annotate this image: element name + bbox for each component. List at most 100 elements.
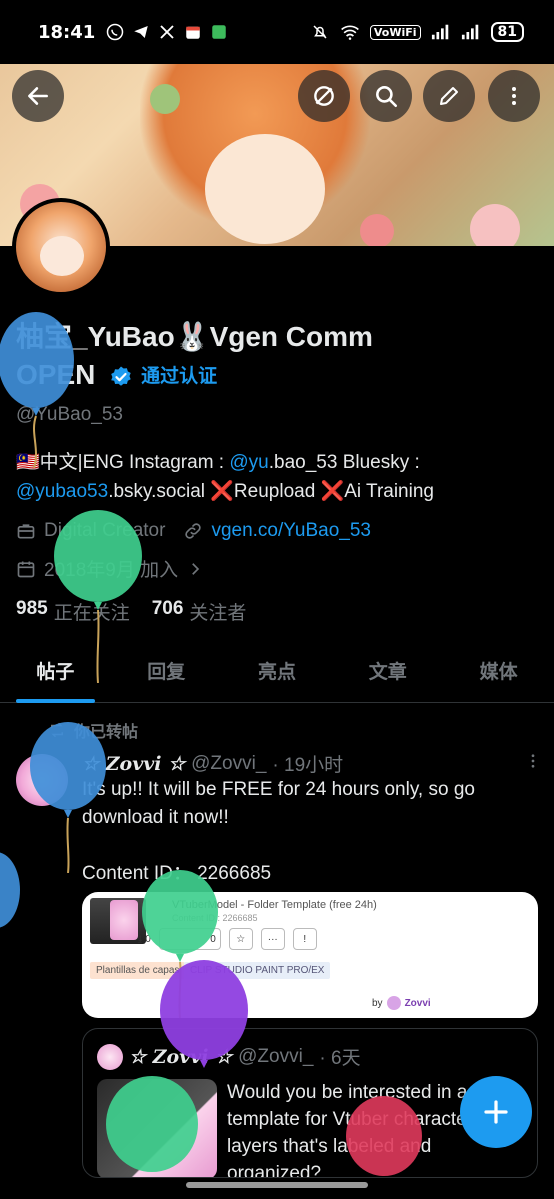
bio-mention-link[interactable]: @yu [229,452,268,473]
follow-stats: 985 正在关注 706 关注者 [16,598,246,625]
signal-icon [431,22,451,42]
profile-joined-date: 2018年9月 加入 [44,560,179,581]
bio-text: .bsky.social ❌Reupload ❌Ai Training [108,481,434,502]
following-count[interactable]: 985 [16,598,48,625]
profile-display-name: 柚宝_YuBao🐰Vgen Comm [16,321,373,352]
quote-author-name: ☆ Zovvi ☆ [129,1045,233,1068]
x-logo-icon [157,22,177,42]
briefcase-icon [17,524,35,539]
status-time: 18:41 [38,21,96,43]
post-header: ☆ Zovvi ☆ @Zovvi_ · 19小时 [82,750,542,777]
telegram-icon [131,22,151,42]
bio-mention-link[interactable]: @yubao53 [16,481,108,502]
system-status-icons: VoWiFi 81 [310,22,524,42]
tab-articles[interactable]: 文章 [332,645,443,702]
card-star-button: ☆ [228,928,253,950]
profile-avatar[interactable] [12,198,110,296]
chevron-right-icon [192,562,200,575]
banner-flower [360,214,394,246]
tab-posts[interactable]: 帖子 [0,645,111,703]
profile-bio: 🇲🇾中文|ENG Instagram : @yu.bao_53 Bluesky … [16,448,536,506]
link-card[interactable]: VTuberModel - Folder Template (free 24h)… [82,892,538,1018]
card-button-row: ⤓ 0 0 ☆ ··· ! [138,928,317,950]
post-text-line: Content ID： 2266685 [82,863,272,884]
followers-label[interactable]: 关注者 [189,598,246,625]
vertical-dots-icon [512,87,516,105]
card-tag: Plantillas de capas [90,962,186,979]
wifi-icon [340,22,360,42]
post-author-handle[interactable]: @Zovvi_ [191,753,266,775]
repost-icon [51,722,63,738]
battery-indicator: 81 [490,22,524,42]
profile-display-name-line2: OPEN [16,359,96,390]
gesture-nav-bar[interactable] [186,1182,368,1188]
post-text-line: It's up!! It will be FREE for 24 hours o… [82,779,475,828]
banner-leaf [150,84,180,114]
repost-indicator: 你已转帖 [48,718,138,742]
post-body: It's up!! It will be FREE for 24 hours o… [82,776,532,888]
balloon-decoration [0,852,20,928]
profile-category: Digital Creator [44,520,166,541]
tab-media[interactable]: 媒体 [443,645,554,702]
profile-handle: @YuBao_53 [16,404,123,425]
post-more-button[interactable] [524,752,542,776]
card-subtitle: Content ID : 2266685 [172,913,258,923]
post-author-name[interactable]: ☆ Zovvi ☆ [82,753,185,775]
signal-icon-2 [461,22,481,42]
card-thumbnail-character [110,900,138,940]
verified-badge[interactable]: 通过认证 [109,358,217,396]
following-label[interactable]: 正在关注 [54,598,130,625]
back-arrow-icon [28,87,48,105]
profile-joined-row[interactable]: 2018年9月 加入 [16,555,204,582]
quote-header: ☆ Zovvi ☆ @Zovvi_ · 6天 [97,1043,361,1070]
quote-timestamp: · 6天 [319,1048,361,1069]
card-tag: CLIP STUDIO PAINT PRO/EX [184,962,331,979]
bio-text: 🇲🇾中文|ENG Instagram : [16,452,230,473]
card-report-button: ! [292,928,317,950]
card-author-name: Zovvi [404,997,431,1009]
profile-tabs: 帖子 回复 亮点 文章 媒体 [0,645,554,703]
profile-name: 柚宝_YuBao🐰Vgen Comm OPEN 通过认证 [16,318,536,396]
profile-meta-row: Digital Creator vgen.co/YuBao_53 [16,520,371,542]
vowifi-badge: VoWiFi [369,24,421,40]
grok-button[interactable] [298,70,350,122]
pencil-icon [440,87,458,105]
card-author-avatar [386,996,401,1010]
followers-count[interactable]: 706 [152,598,184,625]
avatar-face [40,236,84,276]
calendar-icon [183,22,203,42]
quote-image [97,1079,217,1177]
edit-button[interactable] [423,70,475,122]
back-button[interactable] [12,70,64,122]
quote-author-avatar [97,1043,123,1070]
whatsapp-icon [105,22,125,42]
mute-bell-icon [310,22,330,42]
card-byline: by Zovvi [372,996,431,1010]
banner-flower [470,204,520,246]
card-download-count: ⤓ 0 [138,933,151,945]
card-more-button: ··· [260,928,285,950]
post-timestamp: · 19小时 [272,755,344,776]
bio-text: .bao_53 Bluesky : [268,452,420,473]
post-author-avatar[interactable] [16,754,68,806]
plus-icon [484,1100,508,1124]
app-notification-icon [209,22,229,42]
status-bar: 18:41 VoWiFi 81 [0,0,554,64]
search-button[interactable] [360,70,412,122]
tab-replies[interactable]: 回复 [111,645,222,702]
repost-label: 你已转帖 [74,724,139,741]
verified-label[interactable]: 通过认证 [141,358,217,396]
search-icon [376,86,398,108]
compose-post-button[interactable] [460,1076,532,1148]
verified-check-icon [111,366,131,386]
card-count-box: 0 [158,928,221,950]
banner-art-face [205,134,325,244]
vertical-dots-icon [531,753,535,768]
notification-icons [105,22,229,42]
grok-icon [314,86,334,106]
tab-highlights[interactable]: 亮点 [222,645,333,702]
card-title: VTuberModel - Folder Template (free 24h) [172,899,377,911]
quote-author-handle: @Zovvi_ [238,1045,314,1067]
profile-website-link[interactable]: vgen.co/YuBao_53 [211,520,371,542]
more-options-button[interactable] [488,70,540,122]
